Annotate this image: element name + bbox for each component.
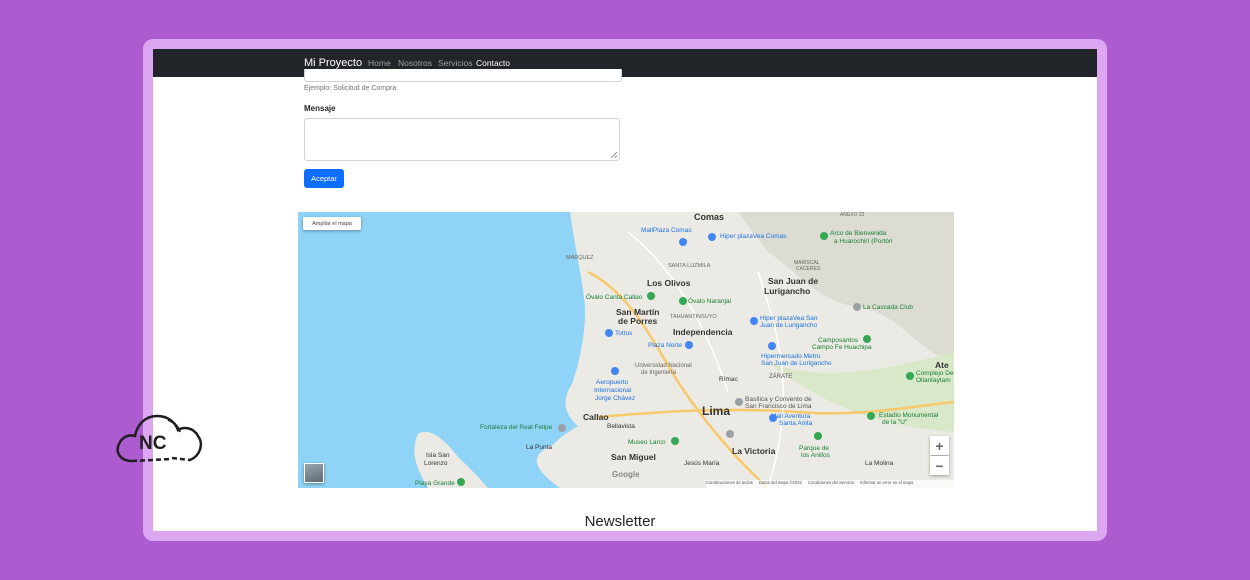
nav-link-home[interactable]: Home: [368, 58, 391, 68]
park-pin-icon[interactable]: [647, 292, 655, 300]
place-pin-icon[interactable]: [853, 303, 861, 311]
shopping-pin-icon[interactable]: [685, 341, 693, 349]
map-footer: Combinaciones de teclas Datos del mapa ©…: [706, 480, 954, 488]
map-data-link[interactable]: Datos del mapa ©2022: [759, 480, 802, 485]
resize-handle-icon[interactable]: [611, 152, 617, 158]
place-pin-icon[interactable]: [735, 398, 743, 406]
message-label: Mensaje: [304, 104, 336, 113]
navbar-brand[interactable]: Mi Proyecto: [304, 57, 362, 69]
report-error-link[interactable]: Informar un error en el mapa: [860, 480, 913, 485]
newsletter-heading: Newsletter: [584, 513, 656, 530]
park-pin-icon[interactable]: [814, 432, 822, 440]
park-pin-icon[interactable]: [679, 297, 687, 305]
embedded-map[interactable]: Comas MARQUEZ SANTA LUZMILA MARISCAL CAC…: [298, 212, 954, 488]
shopping-pin-icon[interactable]: [750, 317, 758, 325]
message-textarea[interactable]: [304, 118, 620, 161]
shopping-pin-icon[interactable]: [769, 414, 777, 422]
park-pin-icon[interactable]: [863, 335, 871, 343]
shopping-pin-icon[interactable]: [768, 342, 776, 350]
enlarge-map-button[interactable]: Ampliar el mapa: [303, 217, 361, 230]
navbar: Mi Proyecto Home Nosotros Servicios Cont…: [153, 49, 1097, 77]
place-pin-icon[interactable]: [726, 430, 734, 438]
park-pin-icon[interactable]: [906, 372, 914, 380]
submit-button[interactable]: Aceptar: [304, 169, 344, 188]
shopping-pin-icon[interactable]: [605, 329, 613, 337]
subject-help-text: Ejemplo: Solicitud de Compra: [304, 85, 397, 92]
nav-link-contacto[interactable]: Contacto: [476, 58, 510, 68]
place-pin-icon[interactable]: [558, 424, 566, 432]
nav-link-nosotros[interactable]: Nosotros: [398, 58, 432, 68]
zoom-in-button[interactable]: +: [930, 436, 949, 455]
beach-pin-icon[interactable]: [457, 478, 465, 486]
shopping-pin-icon[interactable]: [708, 233, 716, 241]
street-view-pegman-icon[interactable]: [304, 463, 324, 483]
nc-cloud-logo: NC: [116, 414, 202, 463]
subject-input[interactable]: [304, 69, 622, 82]
stadium-pin-icon[interactable]: [867, 412, 875, 420]
zoom-out-button[interactable]: −: [930, 456, 949, 475]
nav-link-servicios[interactable]: Servicios: [438, 58, 472, 68]
terms-link[interactable]: Condiciones del Servicio: [808, 480, 854, 485]
keyboard-shortcuts-link[interactable]: Combinaciones de teclas: [706, 480, 753, 485]
browser-viewport: Mi Proyecto Home Nosotros Servicios Cont…: [153, 49, 1097, 531]
map-markers: [457, 232, 914, 486]
logo-text: NC: [139, 433, 167, 454]
shopping-pin-icon[interactable]: [679, 238, 687, 246]
airport-pin-icon[interactable]: [611, 367, 619, 375]
landmark-pin-icon[interactable]: [820, 232, 828, 240]
google-logo: Google: [612, 470, 640, 479]
museum-pin-icon[interactable]: [671, 437, 679, 445]
